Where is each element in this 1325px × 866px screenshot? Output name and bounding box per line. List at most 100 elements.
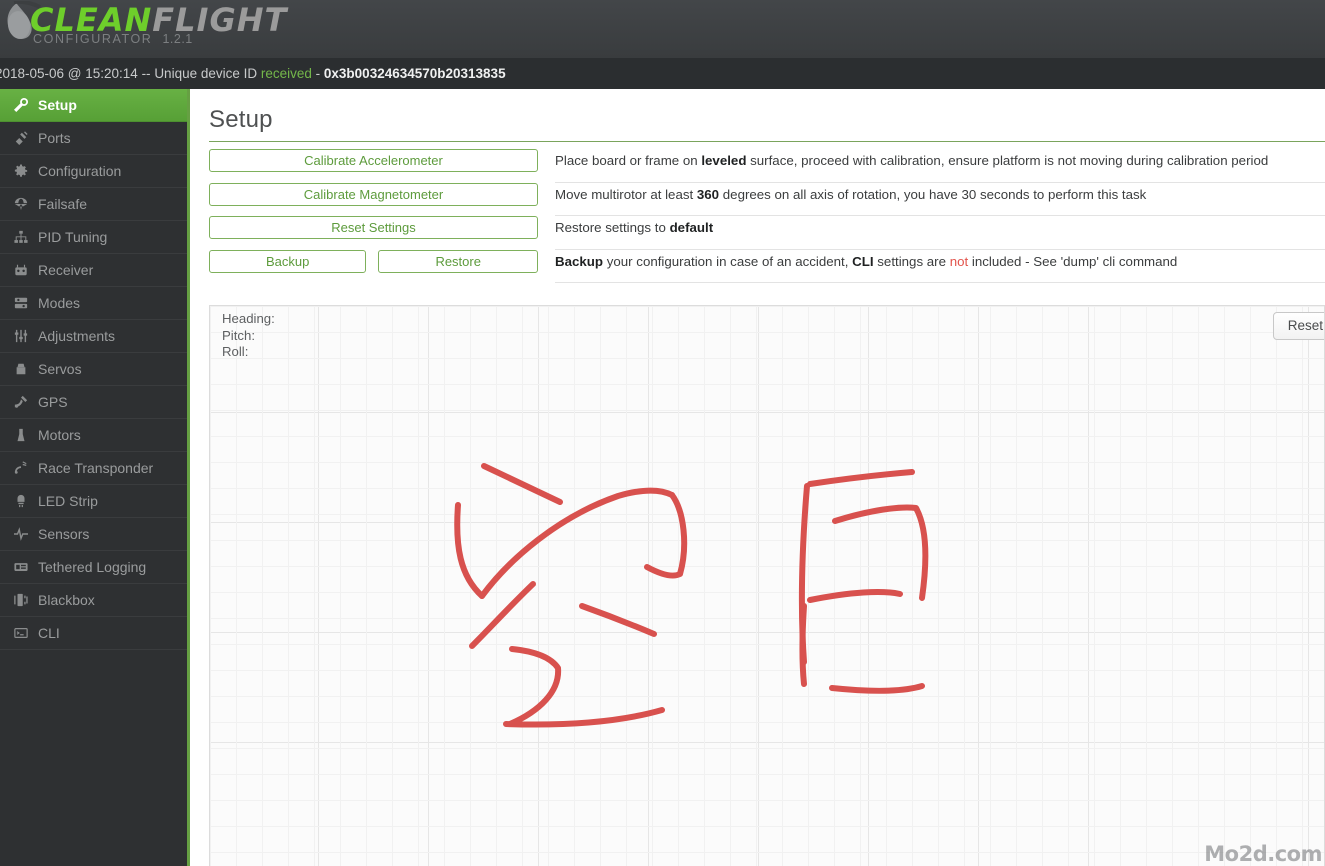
setup-row: Calibrate Accelerometer Place board or fr…: [209, 149, 1325, 183]
sidebar-item-gps[interactable]: GPS: [0, 386, 187, 419]
satellite-icon: [10, 393, 32, 411]
site-watermark: Mo2d.com: [1204, 842, 1322, 866]
sidebar-nav: Setup Ports Configuration Failsafe PID Tunin…: [0, 89, 190, 866]
status-message: Unique device ID: [154, 66, 261, 81]
sidebar-item-label: Receiver: [38, 261, 94, 278]
reset-settings-button[interactable]: Reset Settings: [209, 216, 538, 239]
ink-stroke: [798, 483, 810, 665]
sidebar-item-pid-tuning[interactable]: PID Tuning: [0, 221, 187, 254]
sidebar-item-label: Adjustments: [38, 327, 116, 344]
status-device-id: 0x3b00324634570b20313835: [323, 66, 506, 81]
model-preview-panel[interactable]: Heading: Pitch: Roll: Reset Mo2d.com: [209, 305, 1325, 866]
title-divider: [209, 141, 1325, 142]
sidebar-item-label: Race Transponder: [38, 459, 154, 476]
sidebar-item-label: Modes: [38, 294, 81, 311]
sidebar-item-label: Motors: [38, 426, 81, 443]
heading-readout: Heading:: [222, 311, 275, 328]
ink-stroke: [469, 581, 536, 649]
sidebar-item-label: CLI: [38, 624, 60, 641]
led-icon: [10, 492, 32, 510]
calibrate-accelerometer-button[interactable]: Calibrate Accelerometer: [209, 149, 538, 172]
ink-stroke: [503, 707, 665, 728]
sidebar-item-label: Blackbox: [38, 591, 95, 608]
setup-row-description: Move multirotor at least 360 degrees on …: [555, 183, 1325, 216]
sidebar-item-label: Ports: [38, 129, 71, 146]
ink-stroke: [807, 469, 915, 487]
status-dash: -: [311, 66, 324, 81]
sidebar-item-blackbox[interactable]: Blackbox: [0, 584, 187, 617]
blackbox-icon: [10, 591, 32, 609]
status-timestamp: 2018-05-06 @ 15:20:14: [0, 66, 138, 81]
pitch-readout: Pitch:: [222, 328, 275, 345]
ink-stroke: [644, 492, 688, 579]
setup-row-description: Backup your configuration in case of an …: [555, 250, 1325, 283]
sidebar-item-modes[interactable]: Modes: [0, 287, 187, 320]
calibrate-magnetometer-button[interactable]: Calibrate Magnetometer: [209, 182, 538, 206]
ink-stroke: [507, 646, 562, 727]
sidebar-item-cli[interactable]: CLI: [0, 617, 187, 650]
ink-stroke: [479, 487, 675, 599]
ink-stroke: [807, 589, 903, 603]
sidebar-item-label: GPS: [38, 393, 68, 410]
logo-subtitle-row: CONFIGURATOR 1.2.1: [33, 32, 193, 46]
ink-stroke: [579, 603, 657, 637]
setup-row: Calibrate Magnetometer Move multirotor at…: [209, 182, 1325, 216]
sidebar-item-label: LED Strip: [38, 492, 98, 509]
wrench-icon: [10, 96, 32, 114]
faders-icon: [10, 327, 32, 345]
parachute-icon: [10, 195, 32, 213]
sidebar-item-race-transponder[interactable]: Race Transponder: [0, 452, 187, 485]
setup-row: Reset Settings Restore settings to defaul…: [209, 216, 1325, 250]
sidebar-item-label: Failsafe: [38, 195, 88, 212]
setup-row-buttons: Reset Settings: [209, 216, 538, 239]
setup-action-rows: Calibrate Accelerometer Place board or fr…: [209, 149, 1325, 283]
gear-icon: [10, 162, 32, 180]
sidebar-item-label: Setup: [38, 96, 77, 113]
app-header: CLEANFLIGHT CONFIGURATOR 1.2.1: [0, 0, 1325, 58]
terminal-icon: [10, 624, 32, 642]
reset-model-button[interactable]: Reset: [1272, 312, 1324, 340]
waveform-icon: [10, 525, 32, 543]
sliders-stack-icon: [10, 294, 32, 312]
setup-row-description: Place board or frame on leveled surface,…: [555, 149, 1325, 183]
backup-button[interactable]: Backup: [209, 249, 367, 273]
status-separator: --: [137, 66, 155, 81]
sidebar-item-configuration[interactable]: Configuration: [0, 155, 187, 188]
sidebar-item-label: Servos: [38, 360, 82, 377]
servo-icon: [10, 360, 32, 378]
sidebar-item-ports[interactable]: Ports: [0, 122, 187, 155]
sidebar-item-failsafe[interactable]: Failsafe: [0, 188, 187, 221]
setup-row-description: Restore settings to default: [555, 216, 1325, 250]
sidebar-item-led-strip[interactable]: LED Strip: [0, 485, 187, 518]
sidebar-item-label: Tethered Logging: [38, 558, 147, 575]
sitemap-icon: [10, 228, 32, 246]
transmitter-icon: [10, 261, 32, 279]
logo-subtitle: CONFIGURATOR: [33, 32, 153, 46]
ink-stroke: [799, 603, 807, 687]
sidebar-item-label: PID Tuning: [38, 228, 108, 245]
roll-readout: Roll:: [222, 344, 275, 361]
sidebar-item-sensors[interactable]: Sensors: [0, 518, 187, 551]
sidebar-item-receiver[interactable]: Receiver: [0, 254, 187, 287]
setup-row: Backup Restore Backup your configuration i…: [209, 249, 1325, 283]
setup-row-buttons: Calibrate Magnetometer: [209, 182, 538, 206]
sidebar-item-servos[interactable]: Servos: [0, 353, 187, 386]
ink-stroke: [481, 463, 563, 505]
sidebar-item-label: Configuration: [38, 162, 122, 179]
app-version: 1.2.1: [162, 32, 193, 46]
sidebar-item-motors[interactable]: Motors: [0, 419, 187, 452]
attitude-readout: Heading: Pitch: Roll:: [222, 311, 275, 361]
status-state: received: [260, 66, 312, 81]
log-icon: [10, 558, 32, 576]
ink-stroke: [454, 502, 485, 599]
signal-icon: [10, 459, 32, 477]
status-bar: 2018-05-06 @ 15:20:14 -- Unique device I…: [0, 58, 1325, 89]
roll-label: Roll:: [222, 344, 249, 359]
pitch-label: Pitch:: [222, 327, 255, 343]
restore-button[interactable]: Restore: [378, 249, 538, 273]
ink-stroke: [832, 504, 929, 601]
plug-icon: [10, 129, 32, 147]
sidebar-item-tethered-logging[interactable]: Tethered Logging: [0, 551, 187, 584]
sidebar-item-adjustments[interactable]: Adjustments: [0, 320, 187, 353]
sidebar-item-setup[interactable]: Setup: [0, 89, 187, 122]
